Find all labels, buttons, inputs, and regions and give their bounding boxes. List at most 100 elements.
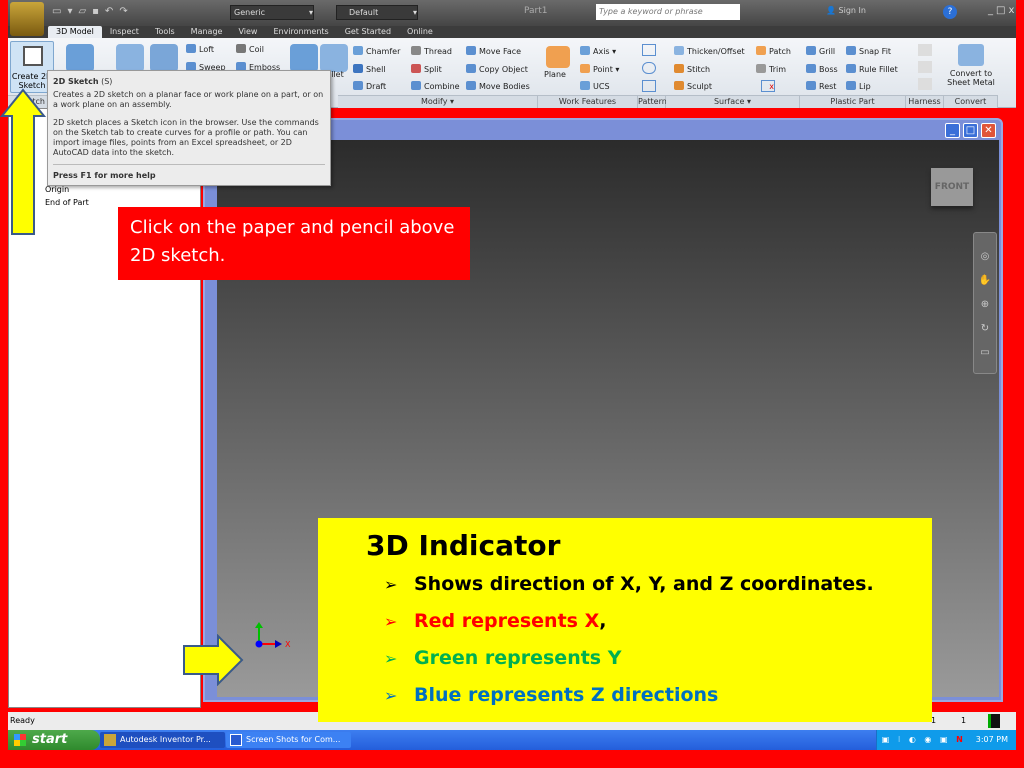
bullet-blue: ➢ Blue represents Z directions	[384, 684, 719, 706]
bullet-coordinates: ➢ Shows direction of X, Y, and Z coordina…	[384, 573, 874, 595]
draft-button[interactable]: Draft	[353, 81, 386, 91]
sculpt-icon	[674, 81, 684, 90]
delete-face-icon[interactable]: x	[761, 80, 775, 92]
snap-fit-button[interactable]: Snap Fit	[846, 46, 891, 56]
tab-inspect[interactable]: Inspect	[102, 26, 147, 38]
circular-pattern-icon[interactable]	[642, 62, 656, 74]
move-face-button[interactable]: Move Face	[466, 46, 521, 56]
tab-get-started[interactable]: Get Started	[337, 26, 399, 38]
point-button[interactable]: Point ▾	[580, 64, 619, 74]
start-button[interactable]: start	[8, 730, 100, 750]
thread-button[interactable]: Thread	[411, 46, 452, 56]
copy-object-button[interactable]: Copy Object	[466, 64, 528, 74]
split-button[interactable]: Split	[411, 64, 442, 74]
panel-pattern: Pattern	[638, 95, 667, 108]
patch-icon	[756, 46, 766, 55]
search-input[interactable]: Type a keyword or phrase	[596, 4, 740, 20]
document-title: Part1	[524, 6, 548, 16]
plane-button[interactable]: Plane	[544, 70, 566, 79]
appearance-select[interactable]: Default ▾	[336, 5, 418, 20]
x-axis-arrow	[275, 640, 282, 648]
ucs-button[interactable]: UCS	[580, 81, 610, 91]
move-bodies-button[interactable]: Move Bodies	[466, 81, 530, 91]
rectangular-pattern-icon[interactable]	[642, 44, 656, 56]
rule-fillet-button[interactable]: Rule Fillet	[846, 64, 898, 74]
minimize-button[interactable]: _	[945, 123, 960, 138]
taskbar-inventor[interactable]: Autodesk Inventor Pr...	[100, 732, 225, 748]
trim-icon	[756, 64, 766, 73]
rest-icon	[806, 81, 816, 90]
panel-plastic-part: Plastic Part	[800, 95, 906, 108]
thicken-offset-button[interactable]: Thicken/Offset	[674, 46, 745, 56]
viewcube[interactable]: FRONT	[931, 168, 973, 206]
axis-button[interactable]: Axis ▾	[580, 46, 616, 56]
taskbar: start Autodesk Inventor Pr... Screen Sho…	[8, 730, 1016, 750]
tooltip-summary: Creates a 2D sketch on a planar face or …	[53, 90, 324, 109]
shell-button[interactable]: Shell	[353, 64, 386, 74]
fillet-button[interactable]	[320, 44, 348, 72]
instruction-callout: Click on the paper and pencil above 2D s…	[118, 207, 470, 280]
loft-button[interactable]: Loft	[186, 44, 214, 54]
navigation-bar[interactable]: ◎ ✋ ⊕ ↻ ▭	[973, 232, 997, 374]
hole-icon[interactable]	[150, 44, 178, 72]
chamfer-button[interactable]: Chamfer	[353, 46, 400, 56]
combine-icon	[411, 81, 421, 90]
ucs-icon	[580, 81, 590, 90]
stitch-icon	[674, 64, 684, 73]
tooltip-description: 2D sketch places a Sketch icon in the br…	[53, 118, 325, 165]
rest-button[interactable]: Rest	[806, 81, 836, 91]
tab-online[interactable]: Online	[399, 26, 441, 38]
tab-view[interactable]: View	[230, 26, 265, 38]
stitch-button[interactable]: Stitch	[674, 64, 710, 74]
close-button[interactable]: ✕	[981, 123, 996, 138]
panel-convert: Convert	[944, 95, 998, 108]
grill-button[interactable]: Grill	[806, 46, 835, 56]
taskbar-word[interactable]: Screen Shots for Com...	[226, 732, 351, 748]
style-select[interactable]: Generic ▾	[230, 5, 314, 20]
panel-work-features: Work Features	[538, 95, 638, 108]
boss-button[interactable]: Boss	[806, 64, 838, 74]
window-controls[interactable]: _□x	[988, 5, 1017, 16]
sign-in-link[interactable]: 👤 Sign In	[826, 6, 866, 15]
combine-button[interactable]: Combine	[411, 81, 460, 91]
tab-3d-model[interactable]: 3D Model	[48, 26, 102, 38]
help-icon[interactable]: ?	[943, 5, 957, 19]
grill-icon	[806, 46, 816, 55]
snap-fit-icon	[846, 46, 856, 55]
browser-item-end-of-part[interactable]: End of Part	[45, 198, 89, 207]
fillet-icon[interactable]	[290, 44, 318, 72]
info-box: 3D Indicator ➢ Shows direction of X, Y, a…	[318, 518, 932, 722]
maximize-button[interactable]: □	[963, 123, 978, 138]
coil-button[interactable]: Coil	[236, 44, 264, 54]
sheet-metal-icon	[958, 44, 984, 66]
lip-button[interactable]: Lip	[846, 81, 871, 91]
trim-button[interactable]: Trim	[756, 64, 786, 74]
thread-icon	[411, 46, 421, 55]
panel-surface[interactable]: Surface ▾	[666, 95, 800, 108]
plane-icon[interactable]	[546, 46, 570, 68]
bullet-green: ➢ Green represents Y	[384, 647, 622, 669]
tab-environments[interactable]: Environments	[265, 26, 336, 38]
extrude-icon[interactable]	[66, 44, 94, 72]
windows-logo-icon	[14, 734, 26, 746]
panel-modify[interactable]: Modify ▾	[338, 95, 538, 108]
browser-item-origin[interactable]: Origin	[45, 185, 69, 194]
tab-manage[interactable]: Manage	[183, 26, 231, 38]
tab-tools[interactable]: Tools	[147, 26, 183, 38]
memory-meter	[988, 714, 1000, 728]
ribbon-tabs: 3D Model Inspect Tools Manage View Envir…	[8, 26, 1016, 38]
harness-icons	[918, 44, 932, 90]
tooltip: 2D Sketch (S) Creates a 2D sketch on a p…	[47, 70, 331, 186]
app-menu-button[interactable]	[10, 2, 44, 36]
yellow-up-arrow	[0, 88, 46, 235]
lip-icon	[846, 81, 856, 90]
sculpt-button[interactable]: Sculpt	[674, 81, 712, 91]
system-tray: ▣ ⁝ ◐ ◉ ▣ N 3:07 PM	[876, 730, 1016, 750]
revolve-icon[interactable]	[116, 44, 144, 72]
convert-to-sheet-metal-button[interactable]: Convert to Sheet Metal	[946, 69, 996, 87]
word-icon	[230, 734, 242, 746]
panel-harness: Harness	[906, 95, 944, 108]
mirror-icon[interactable]	[642, 80, 656, 92]
patch-button[interactable]: Patch	[756, 46, 791, 56]
shell-icon	[353, 64, 363, 73]
